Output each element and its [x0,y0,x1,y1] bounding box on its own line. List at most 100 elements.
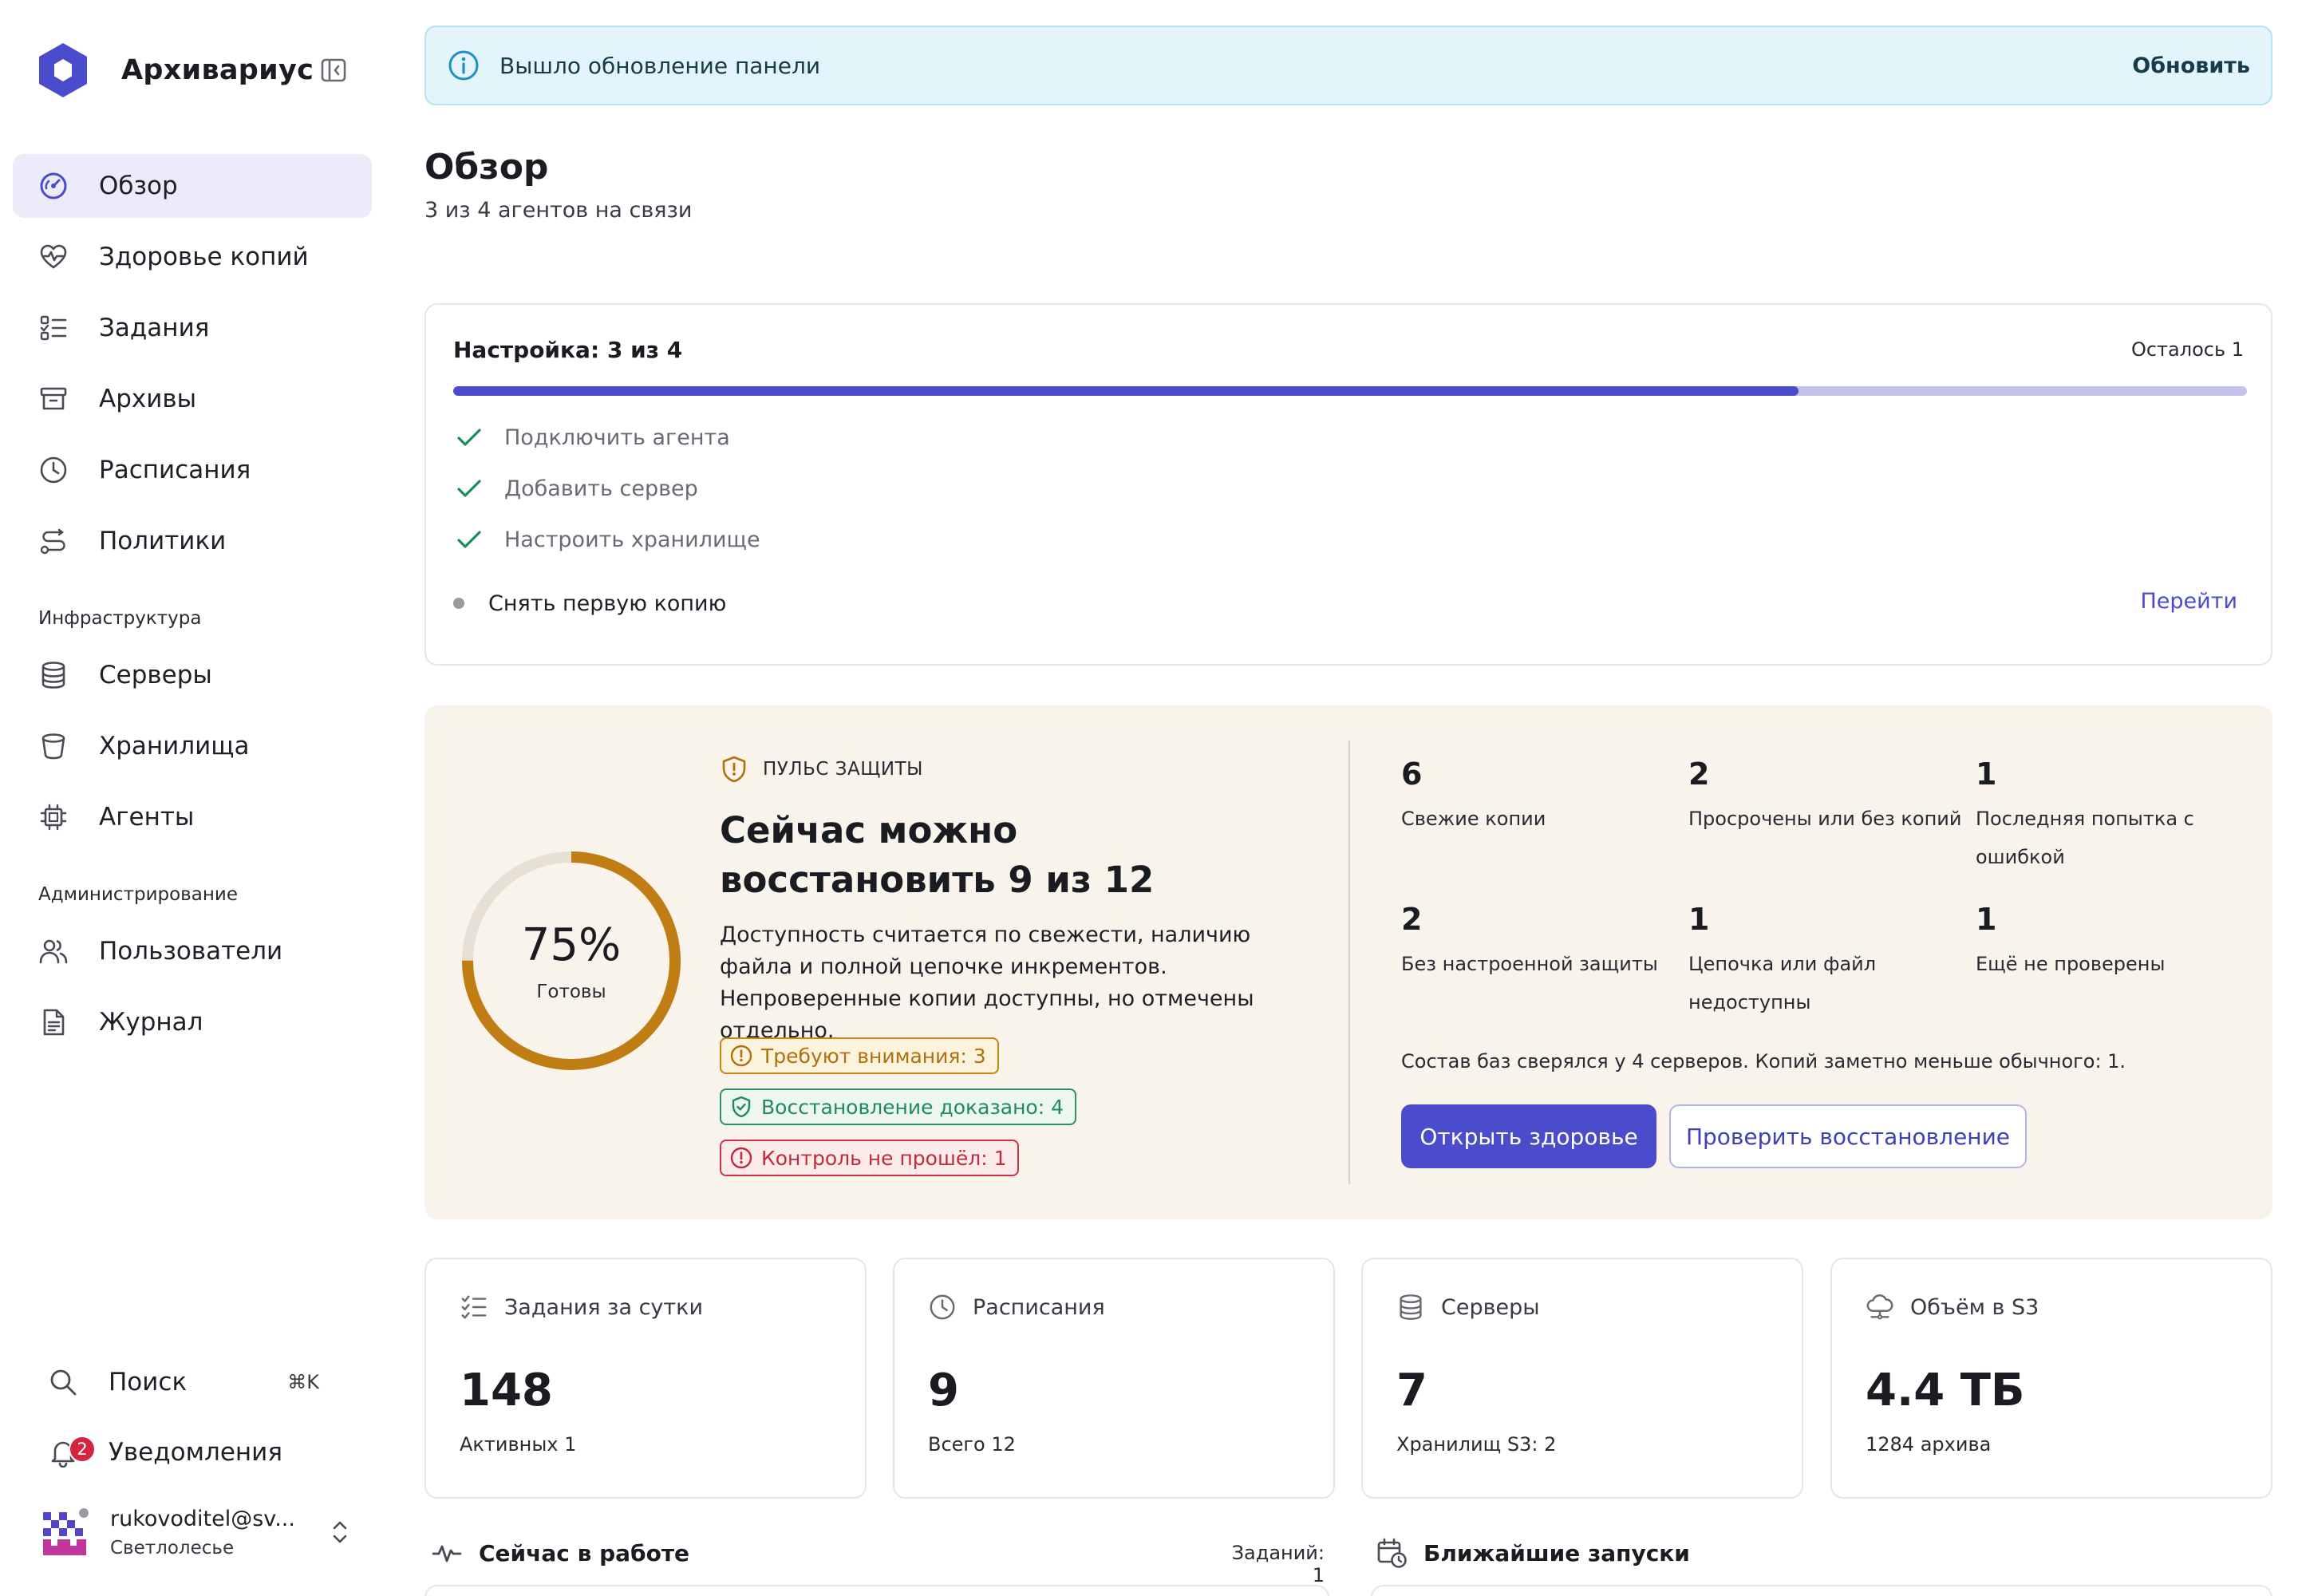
running-section-header: Сейчас в работе [431,1537,689,1569]
nav-label: Здоровье копий [99,243,309,271]
stat-card-s3-volume[interactable]: Объём в S3 4.4 ТБ 1284 архива [1830,1258,2272,1499]
archive-box-icon [38,384,69,414]
users-icon [38,936,69,966]
shield-alert-icon [722,756,746,783]
search-icon [48,1367,78,1397]
nav-label: Архивы [99,385,197,413]
stat-title: Объём в S3 [1910,1294,2039,1320]
nav-section-infrastructure: Инфраструктура [38,608,202,629]
brand: Архивариус [37,40,348,101]
pulse-kicker: ПУЛЬС ЗАЩИТЫ [720,755,923,784]
nav-section-administration: Администрирование [38,884,238,905]
stat-card-jobs[interactable]: Задания за сутки 148 Активных 1 [424,1258,867,1499]
attention-badge-label: Требуют внимания: 3 [761,1044,986,1068]
main-content: Вышло обновление панели Обновить Обзор 3… [424,0,2272,1596]
attention-badge[interactable]: Требуют внимания: 3 [720,1037,999,1074]
stat-subtext: 1284 архива [1866,1433,1992,1456]
avatar [40,1506,91,1557]
chevron-up-down-icon [333,1521,347,1543]
document-icon [38,1007,69,1037]
pulse-headline: Сейчас можно восстановить 9 из 12 [720,809,1155,901]
nav-item-storages[interactable]: Хранилища [13,714,372,778]
stat-subtext: Хранилищ S3: 2 [1396,1433,1557,1456]
nav-item-backup-health[interactable]: Здоровье копий [13,225,372,289]
list-checks-icon [38,313,69,343]
setup-step-pending: Снять первую копию [453,587,726,619]
nav-item-agents[interactable]: Агенты [13,785,372,849]
pending-dot-icon [453,598,464,609]
stat-title: Серверы [1441,1294,1540,1320]
nav-item-journal[interactable]: Журнал [13,990,372,1054]
search-shortcut: ⌘K [287,1371,319,1393]
stat-card-schedules[interactable]: Расписания 9 Всего 12 [893,1258,1335,1499]
control-failed-badge[interactable]: Контроль не прошёл: 1 [720,1140,1020,1176]
stat-subtext: Всего 12 [928,1433,1016,1456]
pulse-note: Состав баз сверялся у 4 серверов. Копий … [1401,1050,2126,1073]
setup-remaining: Осталось 1 [2130,338,2244,361]
nav-item-jobs[interactable]: Задания [13,296,372,360]
metric-overdue: 2 Просрочены или без копий [1688,757,1968,838]
open-health-button[interactable]: Открыть здоровье [1401,1104,1656,1168]
user-menu[interactable]: rukovoditel@sv... Светлолесье [40,1500,351,1564]
stat-title: Расписания [973,1294,1105,1320]
database-icon [1400,1294,1422,1320]
metric-label: Ещё не проверены [1976,953,2166,975]
setup-progress-bar [453,386,2247,396]
upcoming-section-header: Ближайшие запуски [1376,1537,1690,1569]
running-title: Сейчас в работе [479,1539,690,1566]
notifications-label: Уведомления [109,1438,282,1467]
metric-label: Последняя попытка с ошибкой [1976,808,2194,868]
pulse-divider [1348,741,1350,1184]
nav-label: Задания [99,314,210,342]
nav-label: Хранилища [99,732,250,760]
setup-card: Настройка: 3 из 4 Осталось 1 Подключить … [424,303,2272,666]
nav-item-archives[interactable]: Архивы [13,367,372,431]
shield-check-icon [732,1096,751,1118]
stat-card-servers[interactable]: Серверы 7 Хранилищ S3: 2 [1361,1258,1803,1499]
nav-item-policies[interactable]: Политики [13,509,372,573]
verify-restore-button[interactable]: Проверить восстановление [1669,1104,2027,1168]
restore-proven-badge-label: Восстановление доказано: 4 [761,1095,1064,1119]
nav-label: Политики [99,527,227,555]
nav-item-users[interactable]: Пользователи [13,919,372,983]
info-icon [448,50,479,81]
setup-step-label: Снять первую копию [488,591,727,616]
chip-icon [38,802,69,832]
restore-proven-badge[interactable]: Восстановление доказано: 4 [720,1088,1077,1125]
pulse-kicker-label: ПУЛЬС ЗАЩИТЫ [763,759,923,780]
setup-progress-fill [453,386,1799,396]
nav-item-overview[interactable]: Обзор [13,154,372,218]
setup-step-label: Добавить сервер [504,476,698,501]
notifications-badge: 2 [69,1436,96,1463]
nav-label: Серверы [99,661,212,689]
metric-label: Свежие копии [1401,808,1546,830]
nav-item-servers[interactable]: Серверы [13,643,372,707]
stat-header: Расписания [928,1293,1105,1321]
readiness-label: Готовы [536,982,606,1002]
search-label: Поиск [109,1368,188,1396]
stat-value: 148 [460,1365,553,1416]
clock-icon [38,455,69,485]
route-icon [38,526,69,556]
nav-label: Пользователи [99,937,283,966]
protection-pulse-card: 75% Готовы ПУЛЬС ЗАЩИТЫ Сейчас можно вос… [424,705,2272,1219]
notifications-button[interactable]: 2 Уведомления [48,1428,351,1476]
setup-go-link[interactable]: Перейти [2141,589,2238,614]
nav-item-schedules[interactable]: Расписания [13,438,372,502]
update-banner: Вышло обновление панели Обновить [424,26,2272,105]
search-button[interactable]: Поиск ⌘K [48,1358,351,1406]
banner-text: Вышло обновление панели [499,52,821,79]
sidebar-collapse-icon[interactable] [319,56,348,85]
update-button[interactable]: Обновить [2132,53,2250,78]
upcoming-panel [1371,1585,2272,1596]
bucket-icon [38,731,69,761]
metric-fresh: 6 Свежие копии [1401,757,1680,838]
metric-chain-unavailable: 1 Цепочка или файл недоступны [1688,902,1912,1021]
setup-step-done: Добавить сервер [453,472,698,504]
pulse-description: Доступность считается по свежести, налич… [720,922,1254,1043]
setup-step-done: Подключить агента [453,421,730,453]
status-dot [77,1506,91,1520]
check-icon [457,480,481,497]
metric-value: 1 [1688,902,1710,937]
alert-circle-icon [730,1045,752,1067]
